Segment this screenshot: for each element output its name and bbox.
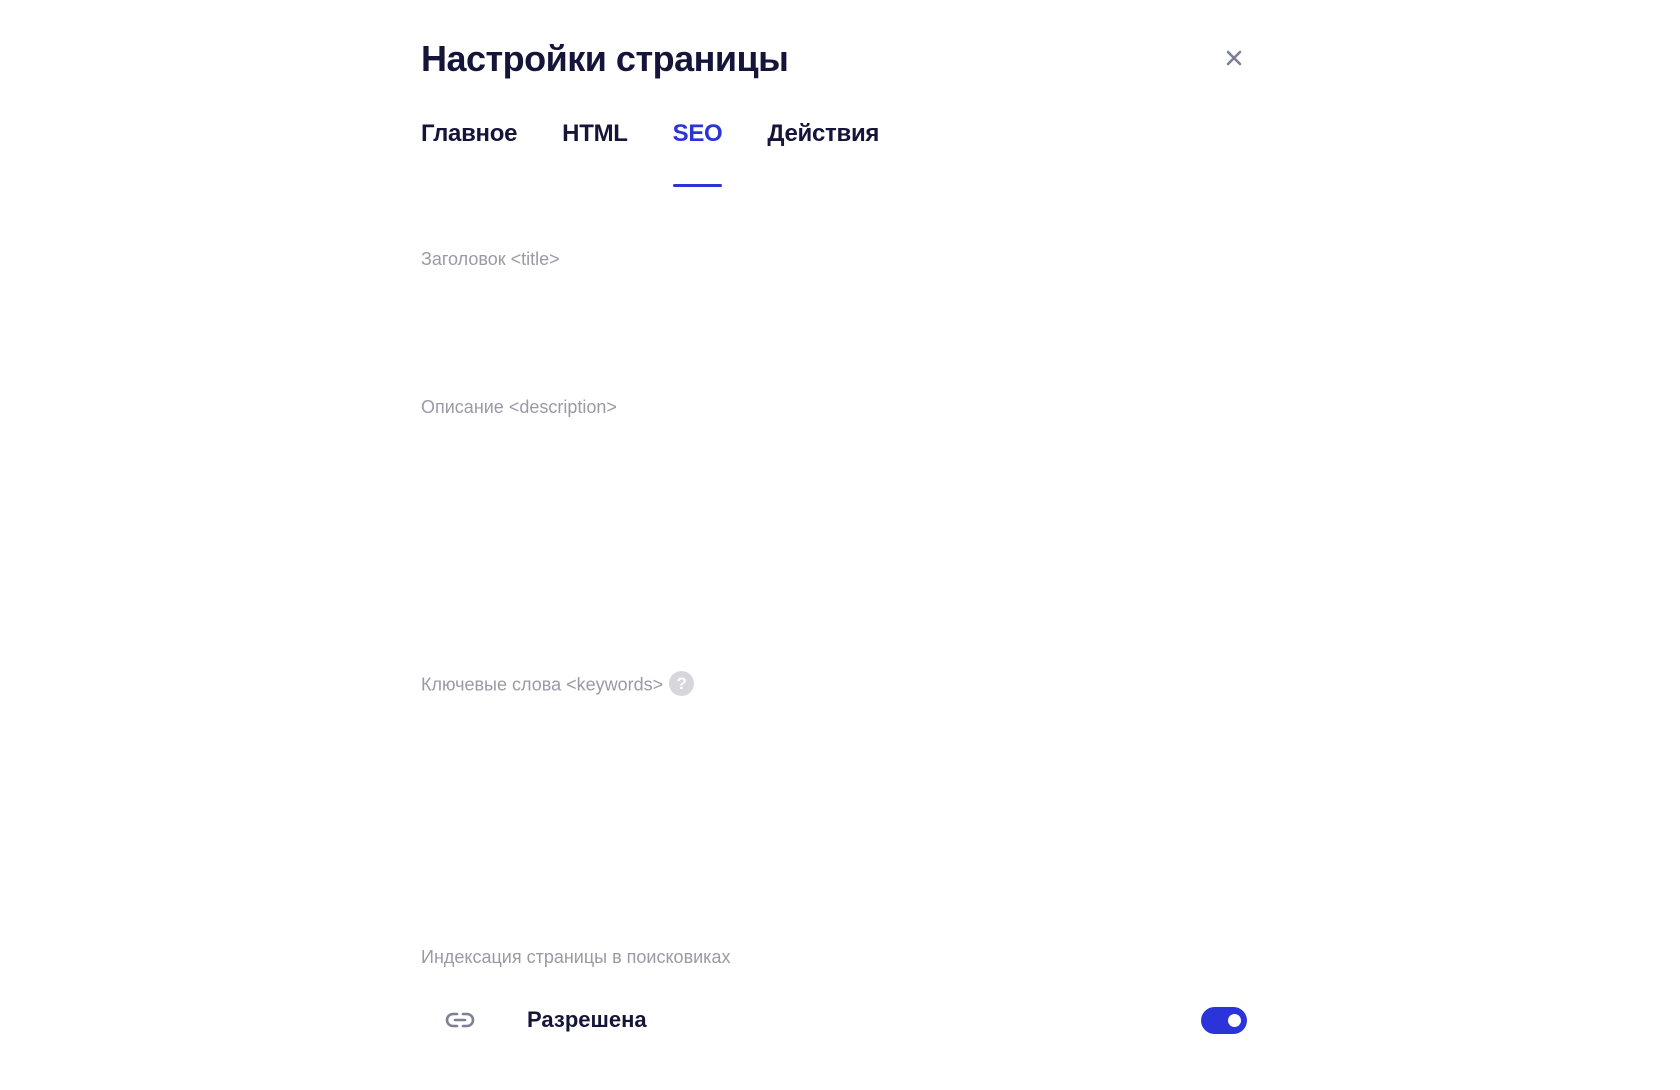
keywords-input[interactable] — [421, 710, 1245, 910]
description-input[interactable] — [421, 433, 1245, 633]
question-icon[interactable]: ? — [669, 671, 695, 696]
dialog-title: Настройки страницы — [421, 38, 789, 79]
page-settings-dialog: Настройки страницы Главное HTML SEO Дейс… — [421, 0, 1247, 1090]
tab-html[interactable]: HTML — [562, 120, 628, 187]
title-field-label: Заголовок <title> — [421, 249, 560, 269]
close-button[interactable] — [1224, 48, 1244, 68]
tab-seo[interactable]: SEO — [672, 120, 723, 187]
description-field-label: Описание <description> — [421, 397, 617, 417]
indexing-row: Разрешена — [421, 1000, 1247, 1040]
tab-actions[interactable]: Действия — [767, 120, 879, 187]
close-icon — [1226, 50, 1242, 66]
title-input[interactable] — [421, 285, 1245, 345]
indexing-field-label: Индексация страницы в поисковиках — [421, 947, 731, 967]
toggle-knob — [1228, 1014, 1241, 1027]
indexing-status: Разрешена — [527, 1007, 647, 1032]
tab-bar: Главное HTML SEO Действия — [421, 120, 924, 190]
page: Настройки страницы Главное HTML SEO Дейс… — [0, 0, 1680, 1090]
link-icon — [445, 1012, 475, 1028]
tab-main[interactable]: Главное — [421, 120, 517, 187]
keywords-label-text: Ключевые слова <keywords> — [421, 674, 664, 695]
indexing-toggle[interactable] — [1201, 1007, 1247, 1034]
keywords-field-label: Ключевые слова <keywords>? — [421, 671, 695, 698]
